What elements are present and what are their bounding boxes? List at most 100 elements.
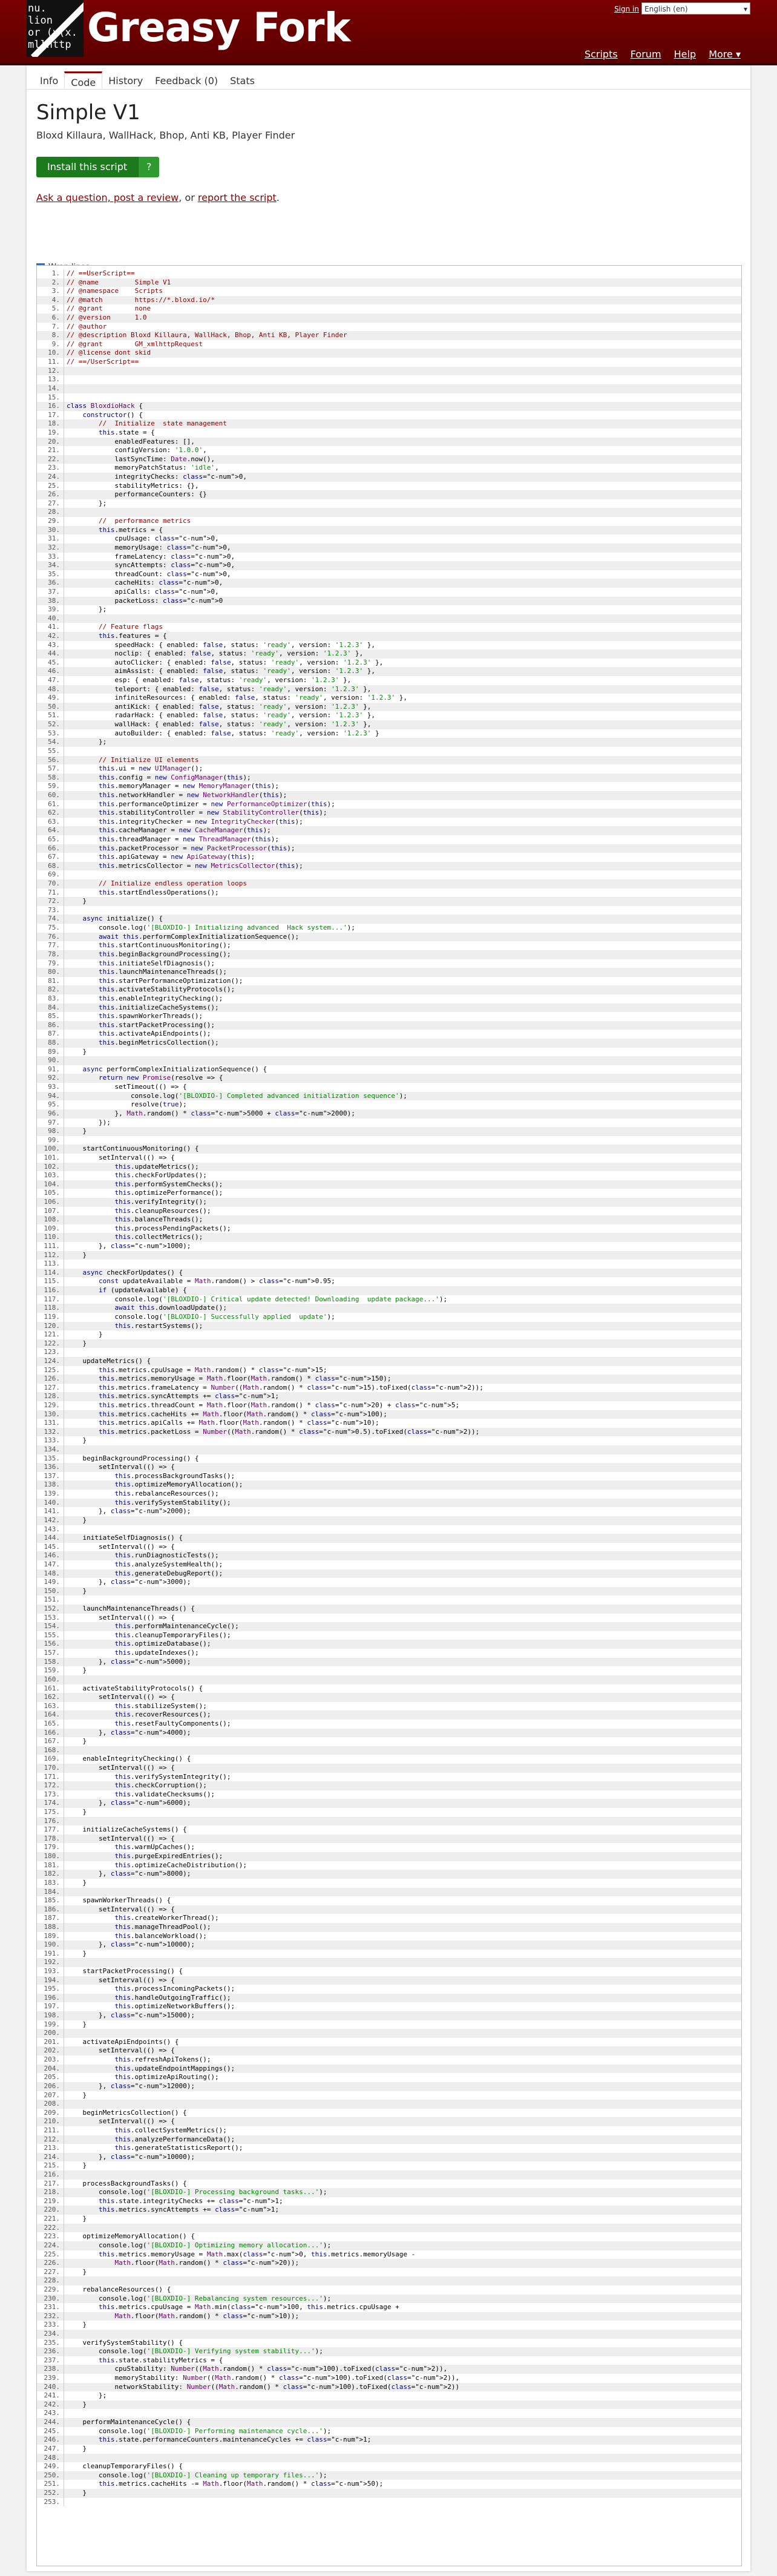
line-number: 117. <box>44 1295 61 1303</box>
line-number: 35. <box>48 570 60 578</box>
line-source: teleport: { enabled: false, status: 'rea… <box>64 685 741 694</box>
line-number: 86. <box>48 1020 60 1029</box>
line-source: this.launchMaintenanceThreads(); <box>64 968 741 977</box>
line-number: 106. <box>44 1197 61 1206</box>
sign-in-area: Sign in <box>614 5 639 13</box>
line-source: this.manageThreadPool(); <box>64 1922 741 1932</box>
line-number: 184. <box>44 1887 61 1896</box>
line-number: 52. <box>48 720 60 729</box>
line-source: async performComplexInitializationSequen… <box>64 1065 741 1074</box>
code-line: 188. this.manageThreadPool(); <box>37 1922 741 1932</box>
code-line: 31. cpuUsage: class="c-num">0, <box>37 534 741 544</box>
line-source: setInterval(() => { <box>64 1763 741 1773</box>
line-source: processBackgroundTasks() { <box>64 2179 741 2189</box>
code-line: 132. this.metrics.packetLoss = Number((M… <box>37 1427 741 1437</box>
line-source <box>64 366 741 376</box>
line-number: 94. <box>48 1091 60 1100</box>
line-number: 128. <box>44 1392 61 1401</box>
line-source: }, class="c-num">4000); <box>64 1728 741 1738</box>
line-source <box>64 2329 741 2339</box>
line-number: 116. <box>44 1286 61 1295</box>
code-viewer[interactable]: 1.// ==UserScript== 2.// @name Simple V1 3… <box>36 265 742 2566</box>
line-source: this.collectMetrics(); <box>64 1233 741 1243</box>
nav-scripts[interactable]: Scripts <box>585 48 618 60</box>
code-line: 72. } <box>37 897 741 906</box>
install-button[interactable]: Install this script <box>36 157 139 177</box>
tab-history[interactable]: History <box>102 71 149 89</box>
line-source: console.log('[BLOXDIO-] Performing maint… <box>64 2426 741 2436</box>
line-number: 147. <box>44 1560 61 1568</box>
tab-stats[interactable]: Stats <box>224 71 261 89</box>
line-number: 216. <box>44 2170 61 2179</box>
install-help-button[interactable]: ? <box>138 157 160 177</box>
language-select[interactable]: English (en) ▾ <box>641 2 750 15</box>
line-number: 243. <box>44 2409 61 2417</box>
line-number: 196. <box>44 1993 61 2002</box>
line-number: 226. <box>44 2259 61 2267</box>
line-source: this.startPacketProcessing(); <box>64 1020 741 1030</box>
line-source: console.log('[BLOXDIO-] Completed advanc… <box>64 1091 741 1101</box>
line-number: 234. <box>44 2329 61 2338</box>
line-number: 69. <box>48 870 60 879</box>
line-source: } <box>64 1808 741 1817</box>
line-number: 108. <box>44 1215 61 1224</box>
line-number: 50. <box>48 702 60 711</box>
line-number: 3. <box>51 287 60 295</box>
code-line: 252. } <box>37 2488 741 2498</box>
line-number: 220. <box>44 2206 61 2214</box>
code-line: 189. this.balanceWorkload(); <box>37 1931 741 1941</box>
line-source: Math.floor(Math.random() * class="c-num"… <box>64 2312 741 2321</box>
chevron-down-icon: ▾ <box>743 5 747 13</box>
greasy-fork-logo[interactable]: nu. lion or (v(x. mllhttp <box>27 0 84 57</box>
line-number: 205. <box>44 2073 61 2082</box>
line-number: 28. <box>48 508 60 516</box>
code-line: 121. } <box>37 1330 741 1339</box>
line-source: this.state.stabilityMetrics = { <box>64 2356 741 2365</box>
line-number: 174. <box>44 1799 61 1807</box>
code-line: 6. // @version 1.0 <box>37 314 741 323</box>
line-source <box>64 1445 741 1454</box>
sign-in-link[interactable]: Sign in <box>614 5 639 13</box>
line-number: 155. <box>44 1631 61 1639</box>
line-number: 199. <box>44 2020 61 2028</box>
chevron-down-icon: ▾ <box>735 48 741 60</box>
line-number: 222. <box>44 2223 61 2232</box>
ask-question-link[interactable]: Ask a question, post a review <box>36 192 179 203</box>
line-number: 29. <box>48 517 60 525</box>
tab-code[interactable]: Code <box>64 71 103 89</box>
line-source: this.ui = new UIManager(); <box>64 764 741 774</box>
nav-forum[interactable]: Forum <box>631 48 661 60</box>
line-number: 115. <box>44 1277 61 1286</box>
line-source: enabledFeatures: [], <box>64 437 741 447</box>
code-line: 222. <box>37 2223 741 2233</box>
code-line: 66. this.packetProcessor = new PacketPro… <box>37 844 741 853</box>
tab-info[interactable]: Info <box>34 71 64 89</box>
line-source: } <box>64 1949 741 1959</box>
line-source: } <box>64 1666 741 1675</box>
site-name[interactable]: Greasy Fork <box>87 0 350 56</box>
line-number: 230. <box>44 2294 61 2302</box>
code-line: 44. noclip: { enabled: false, status: 'r… <box>37 649 741 659</box>
report-script-link[interactable]: report the script <box>198 192 277 203</box>
line-number: 212. <box>44 2135 61 2143</box>
line-source: beginBackgroundProcessing() { <box>64 1454 741 1464</box>
line-source: }; <box>64 605 741 614</box>
nav-more[interactable]: More ▾ <box>709 48 741 60</box>
code-line: 65. this.threadManager = new ThreadManag… <box>37 835 741 844</box>
line-number: 22. <box>48 455 60 463</box>
line-source: this.analyzeSystemHealth(); <box>64 1560 741 1569</box>
line-source: setInterval(() => { <box>64 2117 741 2126</box>
code-line: 156. this.optimizeDatabase(); <box>37 1640 741 1649</box>
line-number: 179. <box>44 1843 61 1852</box>
line-source: this.optimizeMemoryAllocation(); <box>64 1480 741 1490</box>
code-line: 54. }; <box>37 738 741 747</box>
code-line: 69. <box>37 870 741 880</box>
nav-help[interactable]: Help <box>674 48 696 60</box>
code-line: 78. this.beginBackgroundProcessing(); <box>37 950 741 959</box>
tab-feedback[interactable]: Feedback (0) <box>149 71 224 89</box>
code-line: 203. this.refreshApiTokens(); <box>37 2055 741 2065</box>
line-number: 21. <box>48 446 60 455</box>
code-line: 193. startPacketProcessing() { <box>37 1967 741 1976</box>
code-line: 245. console.log('[BLOXDIO-] Performing … <box>37 2426 741 2436</box>
line-source <box>64 614 741 623</box>
